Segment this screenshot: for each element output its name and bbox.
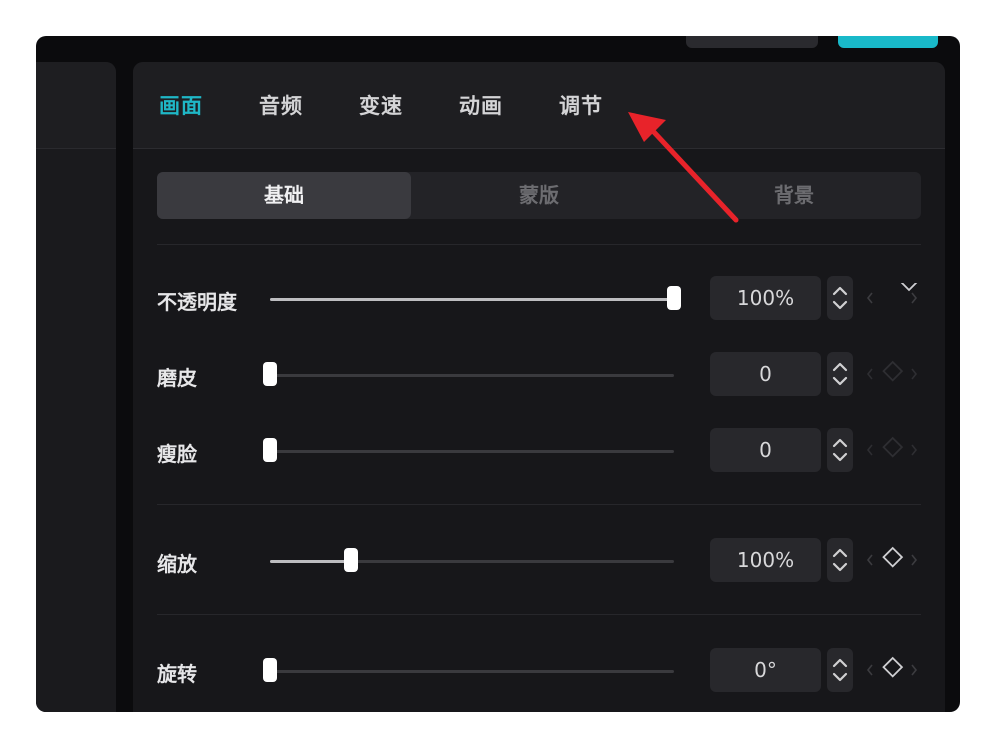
annotation-arrow-icon	[628, 112, 739, 223]
